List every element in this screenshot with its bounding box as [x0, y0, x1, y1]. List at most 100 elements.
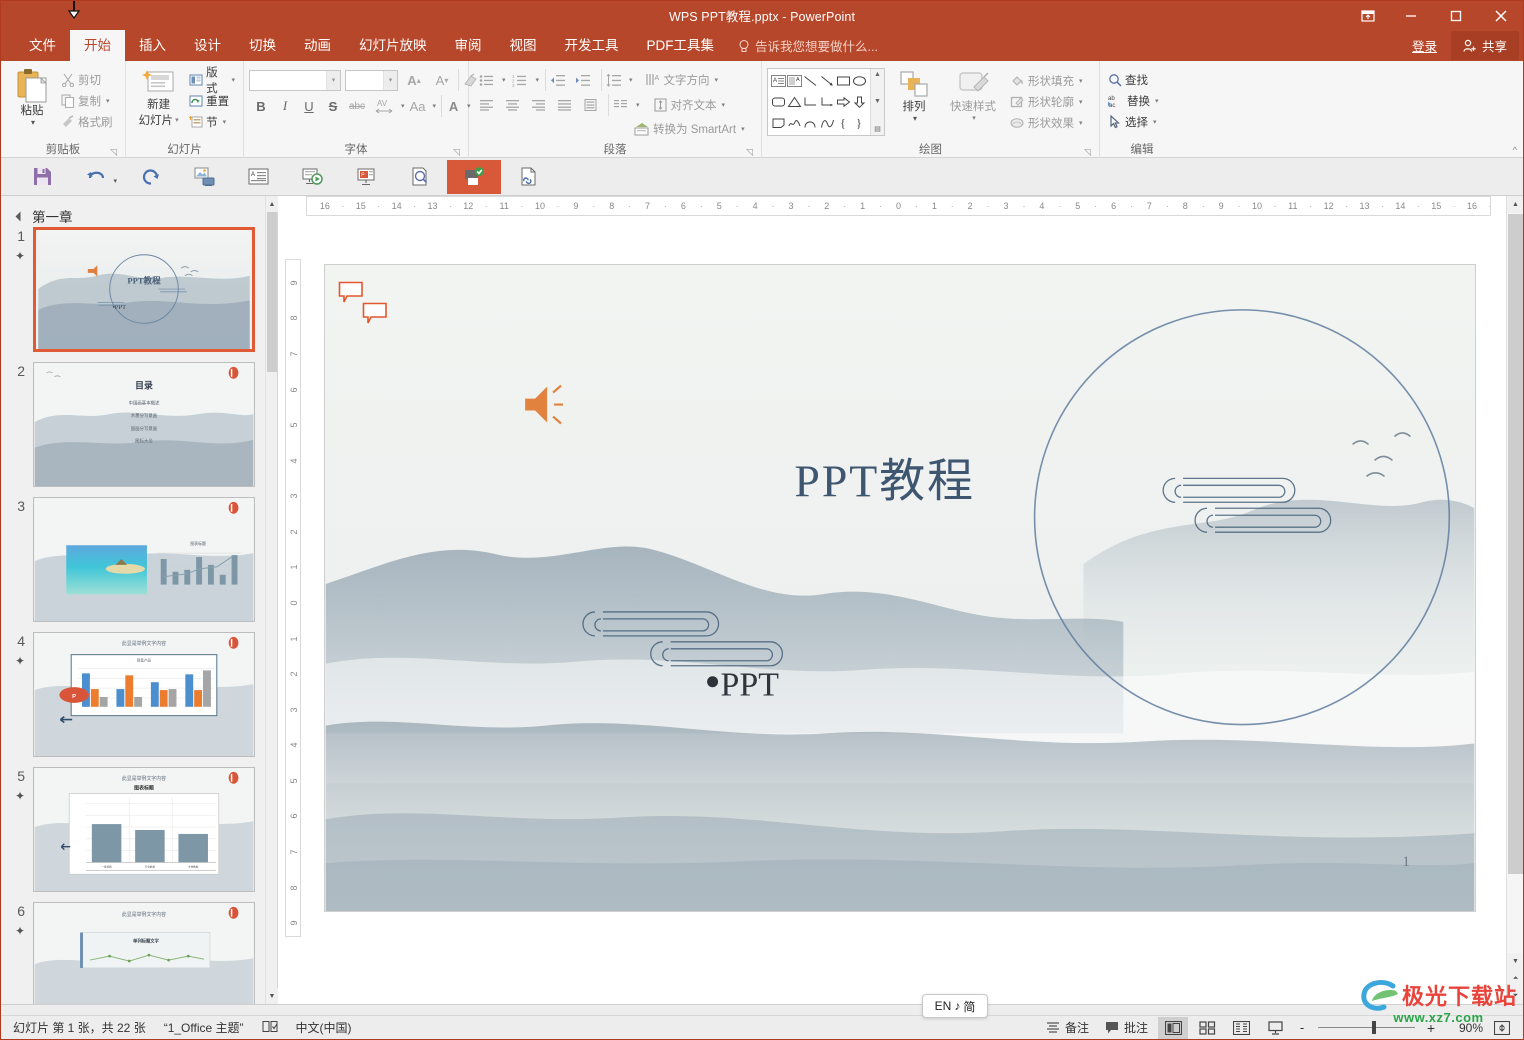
- bullets-button[interactable]: [474, 69, 498, 91]
- arrange-button[interactable]: 排列 ▾: [889, 68, 939, 123]
- justify-button[interactable]: [552, 94, 576, 116]
- outline-view-button[interactable]: A: [231, 160, 285, 194]
- presenter-view-button[interactable]: P: [339, 160, 393, 194]
- decrease-indent-button[interactable]: [545, 69, 569, 91]
- shape-scribble[interactable]: [786, 112, 802, 133]
- format-painter-button[interactable]: 格式刷: [58, 111, 116, 132]
- editor-vertical-scrollbar[interactable]: ▲ ▼ ⏶ ⏷: [1506, 196, 1523, 1004]
- minimize-button[interactable]: [1388, 1, 1433, 30]
- line-spacing-button[interactable]: [601, 69, 625, 91]
- numbering-caret-icon[interactable]: ▾: [536, 76, 540, 84]
- tab-pdf-tools[interactable]: PDF工具集: [633, 30, 729, 61]
- tab-developer[interactable]: 开发工具: [551, 30, 633, 61]
- scroll-up-icon[interactable]: ▲: [1507, 196, 1523, 213]
- chevron-down-icon[interactable]: ▾: [722, 101, 726, 109]
- ribbon-display-options-button[interactable]: [1348, 1, 1388, 30]
- align-text-button[interactable]: 对齐文本 ▾: [650, 95, 729, 116]
- paste-button[interactable]: 粘贴 ▾: [6, 66, 58, 127]
- replace-button[interactable]: ab ac 替换 ▾: [1105, 90, 1162, 111]
- cut-button[interactable]: 剪切: [58, 69, 116, 90]
- chevron-down-icon[interactable]: ▾: [223, 118, 227, 126]
- select-button[interactable]: 选择 ▾: [1105, 111, 1160, 132]
- tell-me-box[interactable]: 告诉我您想要做什么...: [728, 30, 888, 61]
- quick-styles-button[interactable]: 快速样式 ▾: [943, 68, 1003, 122]
- list-item[interactable]: 2 目录 中国画基本概述 水墨分写意画 国画分写意画 图标大全: [1, 362, 265, 497]
- layout-button[interactable]: 版式 ▾: [186, 67, 238, 95]
- bold-button[interactable]: B: [249, 95, 273, 117]
- list-item[interactable]: 3 图表标题: [1, 497, 265, 632]
- comment-marker-1[interactable]: [338, 281, 364, 310]
- slide-thumbnail-3[interactable]: 图表标题: [33, 497, 255, 622]
- paste-dropdown-caret[interactable]: ▾: [31, 118, 35, 127]
- save-button[interactable]: [15, 160, 69, 194]
- arrange-caret-icon[interactable]: ▾: [913, 114, 917, 123]
- list-item[interactable]: 5 ✦ 此显是举例文字内容 图表标题 一级标题 行业数据 主体数据: [1, 767, 265, 902]
- increase-font-size-button[interactable]: A ▴: [402, 69, 426, 91]
- slideshow-view-button[interactable]: [1260, 1017, 1290, 1039]
- columns-caret-icon[interactable]: ▾: [636, 101, 640, 109]
- list-item[interactable]: 4 ✦ 此显是举例文字内容 销售产品 P: [1, 632, 265, 767]
- shape-rounded-rect[interactable]: [770, 92, 786, 113]
- shape-vertical-textbox[interactable]: A: [786, 71, 802, 92]
- section-collapse-icon[interactable]: [15, 211, 26, 221]
- shape-right-arrow[interactable]: [835, 92, 851, 113]
- font-size-combo[interactable]: ▾: [345, 69, 398, 91]
- export-button[interactable]: [447, 159, 501, 194]
- language-status[interactable]: 中文(中国): [296, 1019, 352, 1036]
- line-spacing-caret-icon[interactable]: ▾: [629, 76, 633, 84]
- change-case-button[interactable]: Aa: [405, 95, 431, 117]
- tab-transitions[interactable]: 切换: [235, 30, 290, 61]
- fit-slide-button[interactable]: [1487, 1017, 1517, 1039]
- font-name-combo[interactable]: ▾: [249, 69, 341, 91]
- tab-insert[interactable]: 插入: [125, 30, 180, 61]
- thumbnail-panel-scrollbar[interactable]: ▲ ▼: [265, 196, 278, 1004]
- link-doc-button[interactable]: [501, 160, 555, 194]
- new-slide-caret-icon[interactable]: ▾: [175, 116, 179, 124]
- change-case-caret-icon[interactable]: ▾: [433, 102, 437, 110]
- slide-thumbnail-6[interactable]: 此显是举例文字内容 单列标题文字: [33, 902, 255, 1004]
- thumb-scroll-up-icon[interactable]: ▲: [266, 196, 278, 212]
- sign-in-link[interactable]: 登录: [1406, 36, 1443, 55]
- reset-button[interactable]: 重置: [186, 90, 238, 111]
- chevron-down-icon[interactable]: ▾: [1079, 98, 1083, 106]
- find-button[interactable]: 查找: [1105, 69, 1151, 90]
- copy-button[interactable]: 复制 ▾: [58, 90, 116, 111]
- tab-file[interactable]: 文件: [15, 30, 70, 61]
- zoom-in-button[interactable]: +: [1423, 1020, 1439, 1036]
- shape-elbow-connector[interactable]: [803, 92, 819, 113]
- shape-arrow[interactable]: [819, 71, 835, 92]
- underline-button[interactable]: U: [297, 95, 321, 117]
- quick-styles-caret-icon[interactable]: ▾: [972, 114, 976, 122]
- slideshow-button[interactable]: [285, 160, 339, 194]
- shape-fill-button[interactable]: 形状填充 ▾: [1007, 70, 1086, 91]
- chevron-down-icon[interactable]: ▾: [741, 125, 745, 133]
- zoom-out-button[interactable]: -: [1294, 1020, 1310, 1035]
- scroll-down-icon[interactable]: ▼: [1507, 953, 1523, 970]
- shape-folded-corner[interactable]: [770, 112, 786, 133]
- increase-indent-button[interactable]: [571, 69, 595, 91]
- align-right-button[interactable]: [526, 94, 550, 116]
- list-item[interactable]: 1 ✦ PPT教程 •PPT: [1, 227, 265, 362]
- next-slide-button[interactable]: ⏷: [1507, 987, 1523, 1004]
- undo-button[interactable]: ▾: [69, 160, 123, 194]
- shape-scroll-down-icon[interactable]: ▼: [874, 98, 881, 105]
- slide-sorter-view-button[interactable]: [1192, 1017, 1222, 1039]
- shape-right-brace[interactable]: }: [852, 112, 868, 133]
- vertical-ruler[interactable]: 9 8 7 6 5 4 3 2 1 0 1 2 3 4 5 6 7 8 9: [285, 259, 301, 937]
- shape-outline-button[interactable]: 形状轮廓 ▾: [1007, 91, 1086, 112]
- tab-slideshow[interactable]: 幻灯片放映: [345, 30, 441, 61]
- slide-thumbnail-5[interactable]: 此显是举例文字内容 图表标题 一级标题 行业数据 主体数据: [33, 767, 255, 892]
- tab-home[interactable]: 开始: [70, 30, 125, 61]
- shape-oval[interactable]: [852, 71, 868, 92]
- text-shadow-button[interactable]: abc: [345, 95, 369, 117]
- ime-simplified[interactable]: 简: [963, 998, 975, 1015]
- collapse-ribbon-button[interactable]: ^: [1513, 145, 1517, 155]
- tab-design[interactable]: 设计: [180, 30, 235, 61]
- font-color-button[interactable]: A: [441, 95, 465, 117]
- comment-marker-2[interactable]: [362, 302, 388, 331]
- text-direction-button[interactable]: A 文字方向 ▾: [643, 70, 722, 91]
- tab-review[interactable]: 审阅: [441, 30, 496, 61]
- previous-slide-button[interactable]: ⏶: [1507, 970, 1523, 987]
- shape-textbox[interactable]: A: [770, 71, 786, 92]
- chevron-down-icon[interactable]: ▾: [1079, 119, 1083, 127]
